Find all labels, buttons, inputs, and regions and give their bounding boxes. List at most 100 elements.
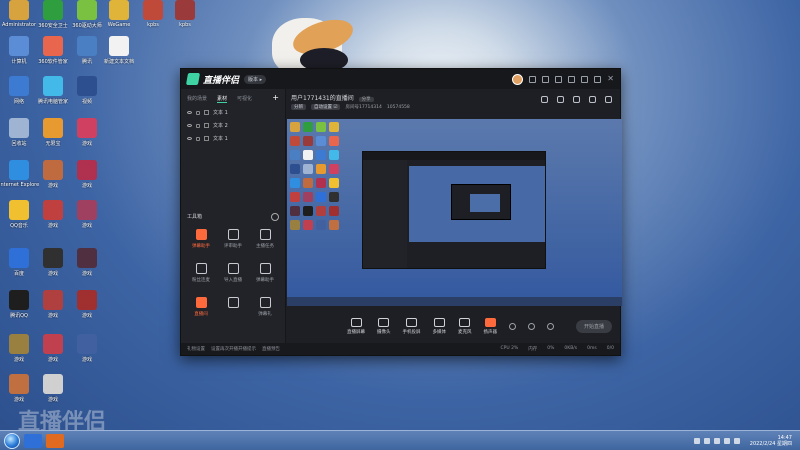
maximize-icon[interactable] — [594, 75, 602, 83]
desktop-icon[interactable]: 游戏 — [68, 248, 106, 286]
screenshot-icon[interactable] — [541, 96, 548, 103]
source-control-button[interactable]: 多媒体 — [433, 317, 446, 335]
desktop-icon[interactable]: 网络 — [0, 76, 38, 114]
shirt-icon[interactable] — [555, 75, 563, 83]
toolbox-item[interactable]: 粉丝连麦 — [185, 263, 217, 283]
minimize-icon[interactable] — [581, 75, 589, 83]
scene-item[interactable]: 文本 2 — [181, 119, 285, 132]
gift-settings-link[interactable]: 礼物设置 — [187, 346, 205, 352]
start-reminder-link[interactable]: 设置再次开播开播提示 — [211, 346, 256, 352]
desktop-icon[interactable]: 游戏 — [34, 160, 72, 198]
tray-icon[interactable] — [693, 437, 700, 444]
room-title[interactable]: 用户1771431的直播间 — [291, 95, 354, 102]
toolbox-item[interactable]: 主播任务 — [249, 229, 281, 249]
stream-preview[interactable] — [287, 119, 622, 306]
avatar[interactable] — [512, 73, 524, 85]
auto-setting-chip[interactable]: 自动设置 ☑ — [311, 104, 341, 110]
scene-item[interactable]: 文本 1 — [181, 132, 285, 145]
desktop-icon[interactable]: 游戏 — [34, 248, 72, 286]
desktop-icon[interactable]: 新建文本文档 — [100, 36, 138, 74]
desktop-icon[interactable]: 视频 — [68, 76, 106, 114]
desktop-icon[interactable]: 游戏 — [68, 200, 106, 238]
tab-my-scenes[interactable]: 我的场景 — [187, 95, 207, 103]
desktop-icon[interactable]: 百度 — [0, 248, 38, 286]
desktop-icon[interactable]: 游戏 — [68, 290, 106, 328]
version-badge[interactable]: 版本 ▸ — [244, 74, 267, 84]
eye-icon[interactable] — [187, 124, 192, 127]
desktop-icon[interactable]: 游戏 — [0, 334, 38, 372]
desktop-icon-label: 腾讯 — [81, 59, 92, 65]
app-icon — [77, 118, 97, 138]
start-live-button[interactable]: 开始直播 — [575, 319, 612, 333]
preview-icon — [290, 164, 300, 174]
record-icon[interactable] — [573, 96, 580, 103]
toolbox-settings-icon[interactable] — [271, 213, 279, 221]
desktop-icon[interactable]: 360软件管家 — [34, 36, 72, 74]
desktop-icon[interactable]: 360安全卫士 — [34, 0, 72, 38]
add-source-icon[interactable]: + — [272, 94, 279, 103]
toolbox-item[interactable]: 导入直播 — [217, 263, 249, 283]
desktop-icon[interactable]: 游戏 — [68, 118, 106, 156]
eye-icon[interactable] — [187, 111, 192, 114]
stat-value: 内存 — [528, 347, 538, 352]
record-icon[interactable] — [509, 322, 516, 330]
desktop-icon[interactable]: kpbs — [166, 0, 204, 38]
tray-icon[interactable] — [703, 437, 710, 444]
window-titlebar[interactable]: 直播伴侣 版本 ▸ ✕ — [181, 69, 620, 89]
volume-icon[interactable] — [733, 437, 740, 444]
clock[interactable]: 14:47 2022/2/24 星期四 — [750, 435, 792, 447]
tool-icon — [259, 297, 271, 308]
close-icon[interactable]: ✕ — [607, 75, 614, 83]
source-control-button[interactable]: 摄像头 — [377, 317, 391, 335]
desktop-icon[interactable]: 无限宝 — [34, 118, 72, 156]
toolbox-item[interactable]: 弹幕助手 — [185, 229, 217, 249]
tab-visual[interactable]: 可视化 — [237, 95, 252, 103]
toolbox-item[interactable]: 弹幕礼 — [249, 297, 281, 317]
source-control-button[interactable]: 扬声器 — [484, 317, 497, 335]
lock-icon[interactable] — [196, 136, 200, 141]
desktop-icon[interactable]: Administrator — [0, 0, 38, 38]
lock-icon[interactable] — [557, 96, 564, 103]
desktop-icon[interactable]: 腾讯QQ — [0, 290, 38, 328]
desktop-icon[interactable]: 游戏 — [34, 290, 72, 328]
toolbox-item[interactable] — [217, 297, 249, 317]
taskbar-app-live-icon[interactable] — [46, 433, 64, 448]
desktop-icon[interactable]: 游戏 — [68, 160, 106, 198]
lock-icon[interactable] — [196, 110, 200, 115]
gift-icon[interactable] — [542, 75, 550, 83]
source-control-button[interactable]: 麦克风 — [458, 317, 472, 335]
desktop-icon[interactable]: 游戏 — [34, 334, 72, 372]
desktop-icon[interactable]: 游戏 — [68, 334, 106, 372]
live-preview-link[interactable]: 直播预告 — [262, 346, 280, 352]
desktop-icon[interactable]: 回收站 — [0, 118, 38, 156]
settings-icon[interactable] — [547, 322, 554, 330]
share-icon[interactable] — [605, 96, 612, 103]
desktop-icon[interactable]: QQ音乐 — [0, 200, 38, 238]
tab-materials[interactable]: 素材 — [217, 95, 228, 103]
source-control-button[interactable]: 直播屏幕 — [347, 317, 365, 335]
desktop-icon[interactable]: Internet Explorer — [0, 160, 39, 198]
bell-icon[interactable] — [589, 96, 596, 103]
resolution-chip[interactable]: 分辨 — [291, 104, 306, 110]
desktop-icon[interactable]: WeGame — [100, 0, 138, 38]
message-icon[interactable] — [529, 75, 537, 83]
desktop-icon[interactable]: 腾讯电脑管家 — [34, 76, 72, 114]
network-icon[interactable] — [723, 437, 730, 444]
capture-icon[interactable] — [528, 322, 535, 330]
start-button[interactable] — [4, 432, 20, 449]
share-tag[interactable]: 分享 — [358, 97, 374, 102]
preview-icon — [303, 192, 313, 202]
desktop-icon[interactable]: 游戏 — [34, 200, 72, 238]
lock-icon[interactable] — [196, 123, 200, 128]
menu-icon[interactable] — [568, 75, 576, 83]
eye-icon[interactable] — [187, 137, 192, 140]
taskbar-app-ie-icon[interactable] — [24, 433, 42, 448]
source-control-button[interactable]: 手机投屏 — [403, 317, 421, 335]
desktop-icon[interactable]: 计算机 — [0, 36, 38, 74]
toolbox-item[interactable]: 直播间 — [185, 297, 217, 317]
scene-item[interactable]: 文本 1 — [181, 106, 285, 119]
toolbox-item[interactable]: 弹幕助手 — [249, 263, 281, 283]
tray-icon[interactable] — [713, 437, 720, 444]
toolbox-item[interactable]: 评审助手 — [217, 229, 249, 249]
desktop-icon-label: 游戏 — [13, 397, 24, 403]
